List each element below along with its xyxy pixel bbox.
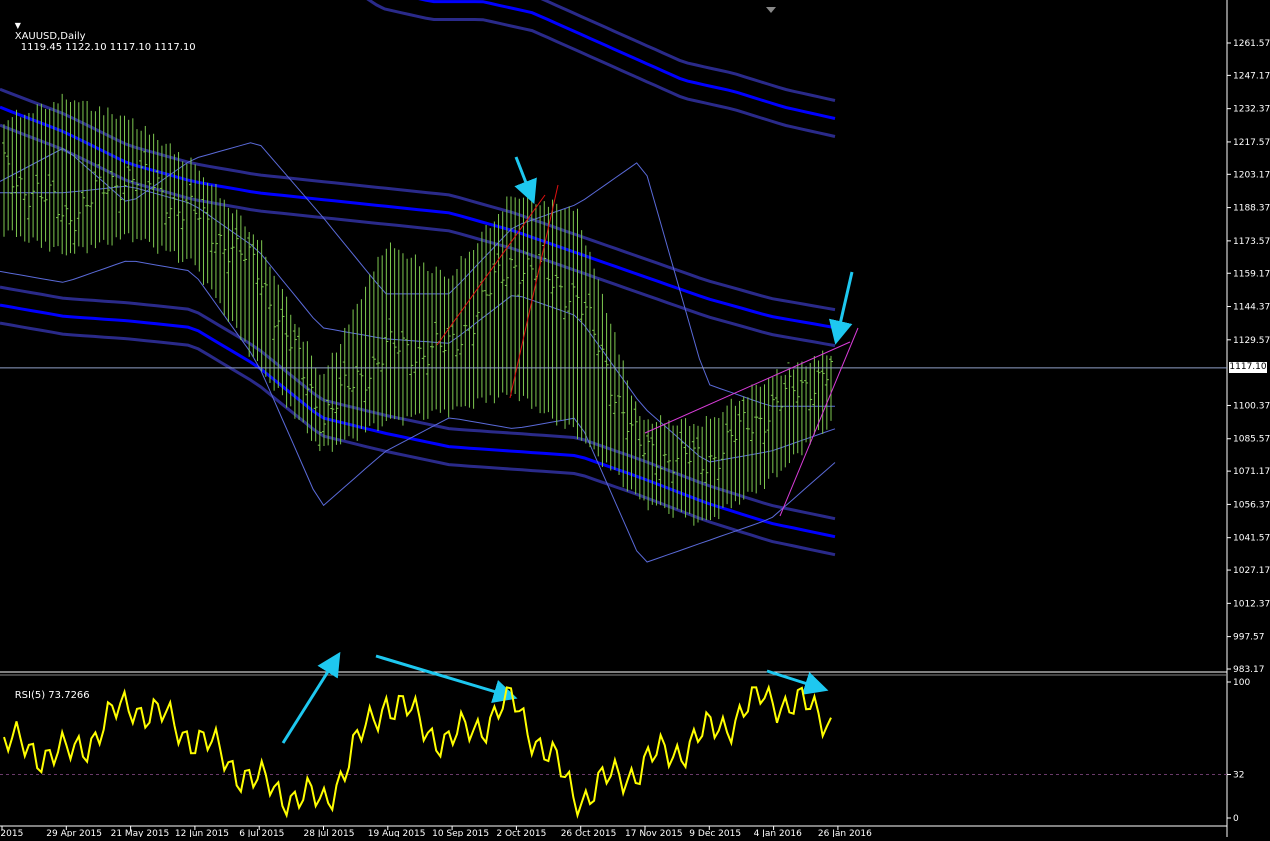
date-tick-label: 9 Dec 2015 [689, 829, 741, 837]
rsi-tick-label: 0 [1233, 814, 1239, 824]
date-tick-label: 21 May 2015 [111, 829, 170, 837]
chart-header: ▼ XAUUSD,Daily 1119.45 1122.10 1117.10 1… [2, 9, 196, 64]
date-tick-label: 17 Nov 2015 [625, 829, 683, 837]
price-tick-label: 983.17 [1233, 665, 1265, 675]
current-price-label: 1117.10 [1229, 362, 1267, 372]
date-tick-label: 29 Apr 2015 [46, 829, 102, 837]
date-tick-label: 26 Jan 2016 [818, 829, 872, 837]
rsi-tick-label: 100 [1233, 678, 1250, 688]
date-tick-label: 19 Aug 2015 [368, 829, 426, 837]
price-tick-label: 1041.57 [1233, 534, 1270, 544]
price-tick-label: 1129.57 [1233, 336, 1270, 346]
price-tick-label: 997.57 [1233, 633, 1265, 643]
price-tick-label: 1100.37 [1233, 401, 1270, 411]
price-tick-label: 1056.37 [1233, 500, 1270, 510]
price-tick-label: 1203.17 [1233, 170, 1270, 180]
scroll-marker-icon [766, 7, 776, 13]
price-tick-label: 1188.37 [1233, 204, 1270, 214]
date-tick-label: Apr 2015 [0, 829, 23, 837]
price-tick-label: 1159.17 [1233, 269, 1270, 279]
price-tag: 1117.10 [1229, 362, 1267, 373]
price-tick-label: 1173.57 [1233, 237, 1270, 247]
dropdown-triangle-icon[interactable]: ▼ [15, 21, 21, 30]
date-tick-label: 12 Jun 2015 [175, 829, 229, 837]
background [0, 0, 1270, 837]
rsi-tick-label: 32 [1233, 770, 1244, 780]
price-tick-label: 1232.37 [1233, 105, 1270, 115]
date-tick-label: 2 Oct 2015 [496, 829, 546, 837]
date-tick-label: 6 Jul 2015 [239, 829, 284, 837]
price-tick-label: 1217.57 [1233, 138, 1270, 148]
price-tick-label: 1027.17 [1233, 566, 1270, 576]
date-tick-label: 26 Oct 2015 [561, 829, 617, 837]
price-tick-label: 1247.17 [1233, 71, 1270, 81]
rsi-label: RSI(5) 73.7266 [14, 690, 90, 701]
chart-window: 1261.57 1247.17 1232.37 1217.57 1203.17 1188.… [0, 0, 1270, 839]
date-tick-label: 28 Jul 2015 [304, 829, 355, 837]
symbol-label: XAUUSD,Daily [14, 31, 86, 42]
date-tick-label: 10 Sep 2015 [432, 829, 489, 837]
rsi-header: RSI(5) 73.7266 [2, 679, 90, 712]
date-tick-label: 4 Jan 2016 [754, 829, 802, 837]
price-tick-label: 1261.57 [1233, 39, 1270, 49]
price-tick-label: 1085.57 [1233, 435, 1270, 445]
ohlc-readout: 1119.45 1122.10 1117.10 1117.10 [20, 42, 196, 53]
price-tick-label: 1012.37 [1233, 599, 1270, 609]
price-tick-label: 1071.17 [1233, 467, 1270, 477]
price-tick-label: 1144.37 [1233, 303, 1270, 313]
chart-canvas: 1261.57 1247.17 1232.37 1217.57 1203.17 1188.… [0, 0, 1270, 839]
